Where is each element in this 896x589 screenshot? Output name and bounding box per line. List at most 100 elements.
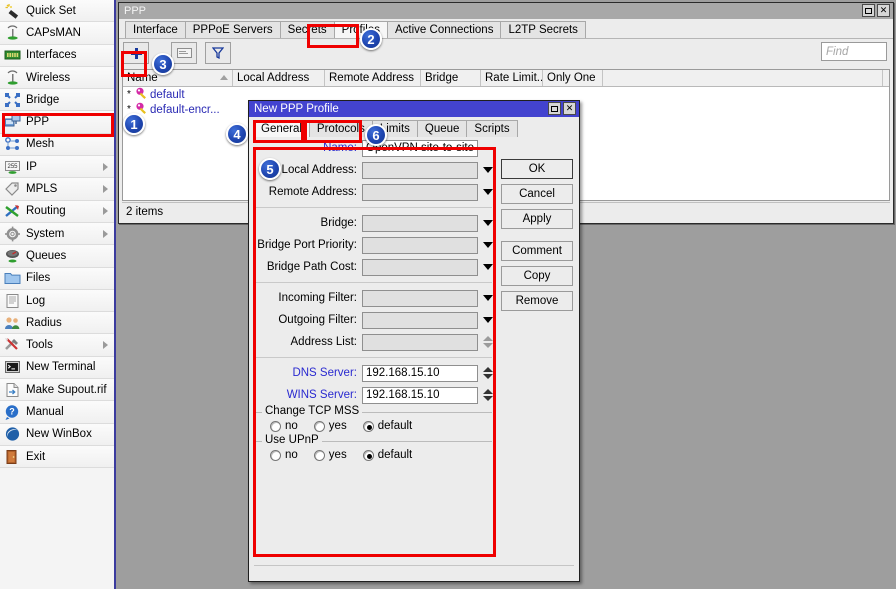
sidebar-item-make-supout-rif[interactable]: Make Supout.rif — [0, 379, 114, 402]
outgoing-filter-input[interactable] — [362, 311, 478, 329]
radio-group: no yes default — [254, 446, 492, 464]
radio-yes[interactable]: yes — [313, 449, 347, 461]
label-colon: : — [353, 164, 357, 176]
apply-button[interactable]: Apply — [501, 209, 573, 229]
chevron-down-icon[interactable] — [483, 167, 493, 173]
sidebar-item-bridge[interactable]: Bridge — [0, 89, 114, 112]
dialog-tab-general[interactable]: General — [253, 120, 310, 137]
chevron-down-icon[interactable] — [483, 220, 493, 226]
add-profile-button[interactable] — [123, 42, 149, 64]
radio-no[interactable]: no — [270, 449, 298, 461]
sidebar-item-queues[interactable]: Queues — [0, 245, 114, 268]
profile-form: Name: OpenVPN site-to-site Local Address: R… — [254, 137, 499, 464]
form-row-address-list: Address List: — [254, 331, 499, 353]
tab-active-connections[interactable]: Active Connections — [387, 21, 502, 38]
bridge-port-priority-input[interactable] — [362, 236, 478, 254]
chevron-down-icon[interactable] — [483, 242, 493, 248]
copy-button[interactable]: Copy — [501, 266, 573, 286]
sidebar-item-system[interactable]: System — [0, 222, 114, 246]
chevron-right-icon — [103, 207, 108, 216]
cancel-button[interactable]: Cancel — [501, 184, 573, 204]
column-header-only-one[interactable]: Only One — [543, 70, 603, 86]
column-header-name[interactable]: Name — [123, 70, 233, 86]
tab-interface[interactable]: Interface — [125, 21, 186, 38]
column-header-local-address[interactable]: Local Address — [233, 70, 325, 86]
sidebar-item-files[interactable]: Files — [0, 267, 114, 290]
sidebar-item-mpls[interactable]: MPLS — [0, 178, 114, 201]
sidebar-item-new-winbox[interactable]: New WinBox — [0, 423, 114, 446]
sidebar-item-capsman[interactable]: CAPsMAN — [0, 22, 114, 45]
radio-button-icon[interactable] — [270, 449, 281, 461]
maximize-icon[interactable] — [862, 4, 875, 17]
dialog-window-controls: ✕ — [548, 102, 576, 115]
radio-button-icon[interactable] — [313, 449, 325, 461]
chevron-down-icon[interactable] — [483, 317, 493, 323]
local-address-input[interactable] — [362, 161, 478, 179]
search-input[interactable]: Find — [821, 42, 887, 61]
column-header-label: Bridge — [425, 72, 459, 84]
sidebar-item-exit[interactable]: Exit — [0, 445, 114, 469]
sidebar-item-new-terminal[interactable]: New Terminal — [0, 356, 114, 380]
radio-button-icon[interactable] — [270, 420, 281, 432]
sidebar-item-manual[interactable]: ? Manual — [0, 401, 114, 424]
dialog-maximize-icon[interactable] — [548, 102, 561, 115]
dns-server-input[interactable]: 192.168.15.10 — [362, 364, 478, 382]
column-header[interactable] — [603, 70, 883, 86]
tab-pppoe-servers[interactable]: PPPoE Servers — [184, 21, 281, 38]
log-icon — [4, 293, 21, 309]
sidebar-item-routing[interactable]: Routing — [0, 200, 114, 223]
address-list-input[interactable] — [362, 333, 478, 351]
sidebar-menu: Quick Set CAPsMAN Interfaces Wireless Bridge… — [0, 0, 116, 589]
dialog-tab-protocols[interactable]: Protocols — [308, 120, 373, 137]
chevron-down-icon[interactable] — [483, 295, 493, 301]
filter-button[interactable] — [205, 42, 231, 64]
radio-no[interactable]: no — [270, 420, 298, 432]
tab-l2tp-secrets[interactable]: L2TP Secrets — [500, 21, 586, 38]
stepper-icon[interactable] — [483, 388, 493, 402]
column-header-label: Local Address — [237, 72, 310, 84]
sidebar-item-wireless[interactable]: Wireless — [0, 66, 114, 90]
sidebar-item-radius[interactable]: Radius — [0, 312, 114, 335]
chevron-right-icon — [103, 229, 108, 238]
wins-server-input[interactable]: 192.168.15.10 — [362, 386, 478, 404]
field-label-text: Remote Address — [268, 186, 354, 198]
radio-button-icon[interactable] — [362, 449, 374, 461]
ok-button[interactable]: OK — [501, 159, 573, 179]
dialog-close-icon[interactable]: ✕ — [563, 102, 576, 115]
profile-name-cell: default — [135, 87, 233, 102]
stepper-icon[interactable] — [483, 366, 493, 380]
sidebar-item-ppp[interactable]: PPP — [0, 111, 114, 134]
dialog-tab-queue[interactable]: Queue — [416, 120, 468, 137]
column-header-bridge[interactable]: Bridge — [421, 70, 481, 86]
sidebar-item-quick-set[interactable]: Quick Set — [0, 0, 114, 23]
sidebar-item-log[interactable]: Log — [0, 289, 114, 313]
bridge-path-cost-input[interactable] — [362, 258, 478, 276]
bridge-input[interactable] — [362, 214, 478, 232]
close-icon[interactable]: ✕ — [877, 4, 890, 17]
field-control — [362, 258, 493, 276]
sidebar-item-ip[interactable]: 255 IP — [0, 156, 114, 179]
incoming-filter-input[interactable] — [362, 289, 478, 307]
comment-button[interactable] — [171, 42, 197, 64]
remote-address-input[interactable] — [362, 183, 478, 201]
sidebar-item-mesh[interactable]: Mesh — [0, 133, 114, 157]
sidebar-item-tools[interactable]: Tools — [0, 334, 114, 357]
chevron-down-icon[interactable] — [483, 264, 493, 270]
column-header-remote-address[interactable]: Remote Address — [325, 70, 421, 86]
dialog-tab-scripts[interactable]: Scripts — [466, 120, 518, 137]
dialog-footer-divider — [254, 565, 574, 577]
radio-default[interactable]: default — [362, 449, 412, 461]
radio-button-icon[interactable] — [362, 420, 374, 432]
stepper-icon[interactable] — [483, 335, 493, 349]
comment-button[interactable]: Comment — [501, 241, 573, 261]
remove-button[interactable]: Remove — [501, 291, 573, 311]
radio-default[interactable]: default — [362, 420, 412, 432]
tab-secrets[interactable]: Secrets — [279, 21, 335, 38]
step-badge-3: 3 — [152, 53, 174, 75]
sidebar-item-interfaces[interactable]: Interfaces — [0, 44, 114, 67]
radio-yes[interactable]: yes — [313, 420, 347, 432]
form-row-wins-server: WINS Server: 192.168.15.10 — [254, 384, 499, 406]
chevron-down-icon[interactable] — [483, 189, 493, 195]
radio-button-icon[interactable] — [313, 420, 325, 432]
column-header-rate-limit[interactable]: Rate Limit... — [481, 70, 543, 86]
